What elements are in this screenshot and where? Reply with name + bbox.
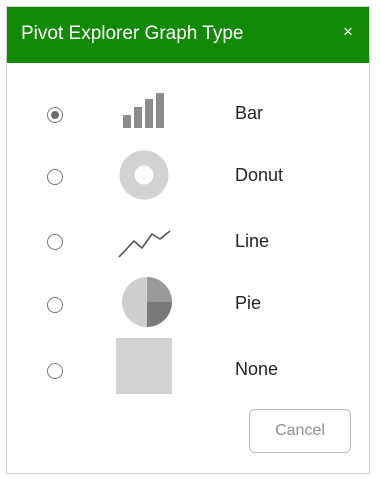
- close-button[interactable]: ×: [337, 21, 359, 43]
- option-bar[interactable]: Bar: [7, 83, 369, 143]
- cancel-button[interactable]: Cancel: [249, 409, 351, 453]
- option-label-bar: Bar: [235, 103, 264, 123]
- pie-chart-icon: [121, 277, 172, 327]
- graph-type-dialog: Pivot Explorer Graph Type × Bar Donut Li…: [6, 6, 370, 474]
- donut-chart-icon: [119, 150, 169, 200]
- line-chart-icon: [118, 230, 171, 258]
- dialog-titlebar: Pivot Explorer Graph Type ×: [7, 7, 369, 63]
- radio-none[interactable]: [47, 363, 63, 379]
- option-label-line: Line: [235, 231, 270, 251]
- option-donut[interactable]: Donut: [7, 145, 369, 205]
- option-none[interactable]: None: [7, 335, 369, 395]
- option-label-none: None: [235, 359, 279, 379]
- option-label-pie: Pie: [235, 293, 262, 313]
- radio-bar[interactable]: [47, 107, 63, 123]
- option-label-donut: Donut: [235, 165, 284, 185]
- none-chart-icon: [116, 338, 172, 394]
- option-line[interactable]: Line: [7, 209, 369, 269]
- bar-chart-icon: [123, 93, 164, 128]
- radio-donut[interactable]: [47, 169, 63, 185]
- option-pie[interactable]: Pie: [7, 271, 369, 331]
- radio-pie[interactable]: [47, 297, 63, 313]
- dialog-title: Pivot Explorer Graph Type: [21, 23, 244, 44]
- radio-line[interactable]: [47, 234, 63, 250]
